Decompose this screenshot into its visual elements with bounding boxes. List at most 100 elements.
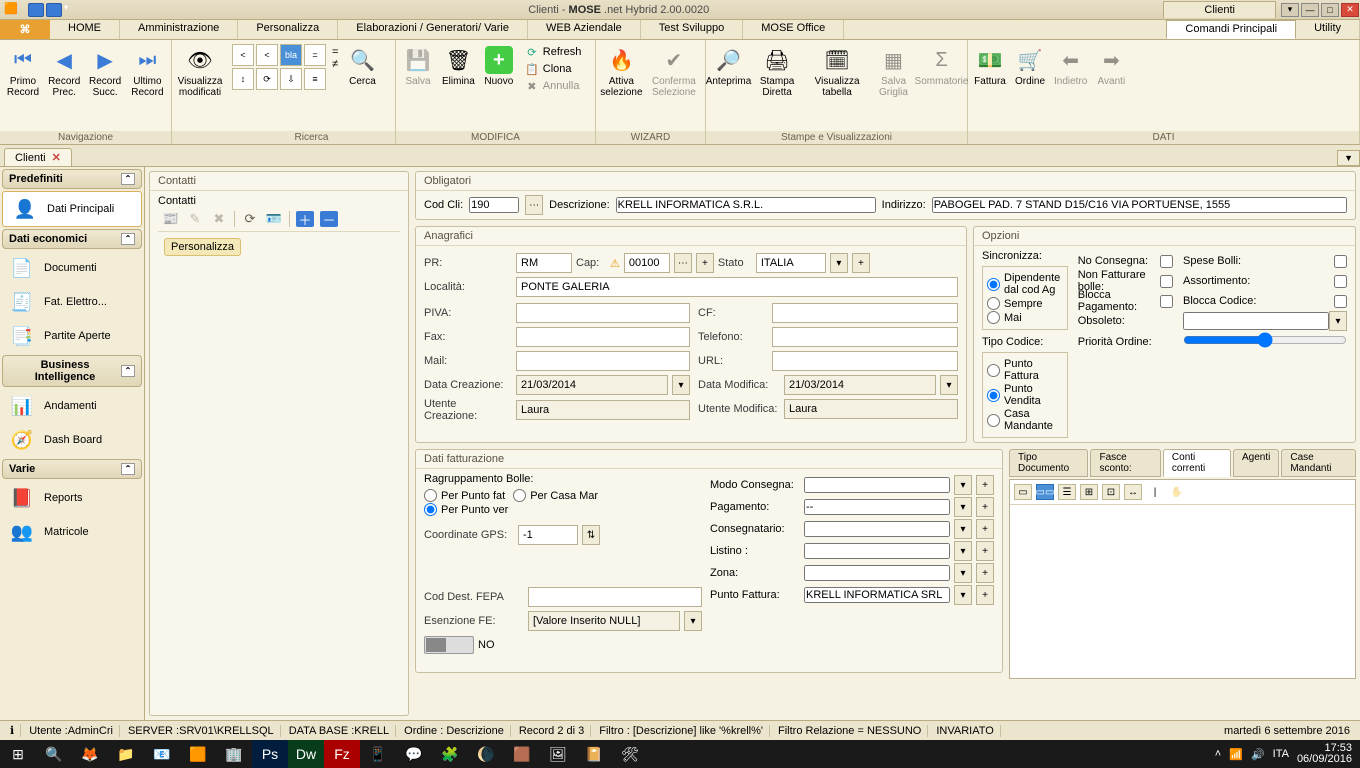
eclipse-icon[interactable]: 🌘 (468, 740, 504, 768)
pf-drop[interactable]: ▾ (954, 585, 972, 605)
close-button[interactable]: ✕ (1341, 3, 1359, 17)
app4-icon[interactable]: 🧩 (432, 740, 468, 768)
bloccod-check[interactable] (1334, 295, 1347, 308)
titlebar-folder-icons[interactable]: ▾ (28, 3, 74, 17)
tipo-casamandante-radio[interactable] (987, 414, 1000, 427)
anteprima-button[interactable]: 🔎Anteprima (708, 42, 749, 89)
gps-spin[interactable]: ⇅ (582, 525, 600, 545)
acc-bi[interactable]: Business Intelligence⌃ (2, 355, 142, 387)
contatti-personalizza[interactable]: Personalizza (164, 238, 241, 256)
app6-icon[interactable]: 🖼 (540, 740, 576, 768)
contatti-del-icon[interactable]: ✖ (210, 211, 228, 227)
list-add[interactable]: + (976, 541, 994, 561)
fax-input[interactable] (516, 327, 690, 347)
menu-test-sviluppo[interactable]: Test Sviluppo (641, 20, 743, 39)
app1-icon[interactable]: 🟧 (180, 740, 216, 768)
fz-icon[interactable]: Fz (324, 740, 360, 768)
skype-icon[interactable]: 💬 (396, 740, 432, 768)
assortimento-check[interactable] (1334, 275, 1347, 288)
modo-drop[interactable]: ▾ (954, 475, 972, 495)
sinc-dipendente-radio[interactable] (987, 278, 1000, 291)
stato-drop[interactable]: ▾ (830, 253, 848, 273)
no-toggle[interactable] (424, 636, 474, 654)
sidebar-partite-aperte[interactable]: 📑Partite Aperte (0, 319, 144, 353)
subtab-conti[interactable]: Conti correnti (1163, 449, 1231, 477)
rag-r1-radio[interactable] (424, 489, 437, 502)
acc-predefiniti[interactable]: Predefiniti⌃ (2, 169, 142, 189)
ps-icon[interactable]: Ps (252, 740, 288, 768)
view1-icon[interactable]: ▭ (1014, 484, 1032, 500)
blocpag-check[interactable] (1160, 295, 1173, 308)
menu-comandi-principali[interactable]: Comandi Principali (1166, 20, 1296, 39)
pag-add[interactable]: + (976, 497, 994, 517)
contatti-plus-icon[interactable]: ＋ (296, 211, 314, 227)
acc-dati-economici[interactable]: Dati economici⌃ (2, 229, 142, 249)
maximize-button[interactable]: □ (1321, 3, 1339, 17)
view3-icon[interactable]: ☰ (1058, 484, 1076, 500)
pf-add[interactable]: + (976, 585, 994, 605)
url-input[interactable] (772, 351, 958, 371)
stato-add[interactable]: + (852, 253, 870, 273)
zona-drop[interactable]: ▾ (954, 563, 972, 583)
search-icon[interactable]: 🔍 (36, 740, 72, 768)
elimina-button[interactable]: 🗑Elimina (438, 42, 479, 89)
view6-icon[interactable]: ↔ (1124, 484, 1142, 500)
dw-icon[interactable]: Dw (288, 740, 324, 768)
esfe-drop[interactable]: ▾ (684, 611, 702, 631)
stampa-diretta-button[interactable]: 🖨Stampa Diretta (749, 42, 805, 100)
localita-input[interactable] (516, 277, 958, 297)
menu-web-aziendale[interactable]: WEB Aziendale (528, 20, 641, 39)
tipo-puntofattura-radio[interactable] (987, 364, 1000, 377)
list-drop[interactable]: ▾ (954, 541, 972, 561)
tray-up-icon[interactable]: ˄ (1215, 748, 1221, 760)
sidebar-dashboard[interactable]: 🧭Dash Board (0, 423, 144, 457)
titlebar-right-tab[interactable]: Clienti (1163, 1, 1276, 18)
firefox-icon[interactable]: 🦊 (72, 740, 108, 768)
menu-amministrazione[interactable]: Amministrazione (120, 20, 238, 39)
app5-icon[interactable]: 🟫 (504, 740, 540, 768)
tabs-dropdown[interactable]: ▼ (1337, 150, 1360, 166)
contatti-edit-icon[interactable]: ✎ (186, 211, 204, 227)
visualizza-tabella-button[interactable]: 🗓Visualizza tabella (805, 42, 869, 100)
codcli-lookup[interactable]: ⋯ (525, 195, 543, 215)
sinc-mai-radio[interactable] (987, 311, 1000, 324)
cf-input[interactable] (772, 303, 958, 323)
menu-elaborazioni[interactable]: Elaborazioni / Generatori/ Varie (338, 20, 528, 39)
minimize-alt-button[interactable]: ▾ (1281, 3, 1299, 17)
stato-input[interactable] (756, 253, 826, 273)
contatti-card-icon[interactable]: 🪪 (265, 211, 283, 227)
listino-input[interactable] (804, 543, 950, 559)
modoconsegna-input[interactable] (804, 477, 950, 493)
view5-icon[interactable]: ⊡ (1102, 484, 1120, 500)
app7-icon[interactable]: 📔 (576, 740, 612, 768)
doc-tab-clienti[interactable]: Clienti✕ (4, 148, 72, 166)
visualizza-modificati-button[interactable]: 👁Visualizza modificati (174, 42, 226, 100)
descrizione-input[interactable] (616, 197, 876, 213)
menu-mose-office[interactable]: MOSE Office (743, 20, 844, 39)
modo-add[interactable]: + (976, 475, 994, 495)
cons-drop[interactable]: ▾ (954, 519, 972, 539)
cap-add[interactable]: + (696, 253, 714, 273)
codfepa-input[interactable] (528, 587, 702, 607)
tipo-puntovendita-radio[interactable] (987, 389, 1000, 402)
indirizzo-input[interactable] (932, 197, 1347, 213)
ultimo-record-button[interactable]: ⏭Ultimo Record (126, 42, 169, 100)
fattura-button[interactable]: 💵Fattura (970, 42, 1010, 89)
cons-add[interactable]: + (976, 519, 994, 539)
codcli-input[interactable] (469, 197, 519, 213)
tray-clock[interactable]: 17:5306/09/2016 (1297, 743, 1352, 765)
pr-input[interactable] (516, 253, 572, 273)
nuovo-button[interactable]: +Nuovo (479, 42, 519, 89)
app8-icon[interactable]: 🛠 (612, 740, 648, 768)
record-succ-button[interactable]: ▶Record Succ. (84, 42, 125, 100)
datamod-input[interactable] (784, 375, 936, 395)
esfe-input[interactable] (528, 611, 680, 631)
datacrea-input[interactable] (516, 375, 668, 395)
obsoleto-input[interactable] (1183, 312, 1329, 330)
sidebar-fat-elettro[interactable]: 🧾Fat. Elettro... (0, 285, 144, 319)
tray-lang[interactable]: ITA (1273, 748, 1289, 760)
obsoleto-drop[interactable]: ▾ (1329, 311, 1347, 331)
app2-icon[interactable]: 🏢 (216, 740, 252, 768)
sidebar-documenti[interactable]: 📄Documenti (0, 251, 144, 285)
menu-home[interactable]: HOME (50, 20, 120, 39)
